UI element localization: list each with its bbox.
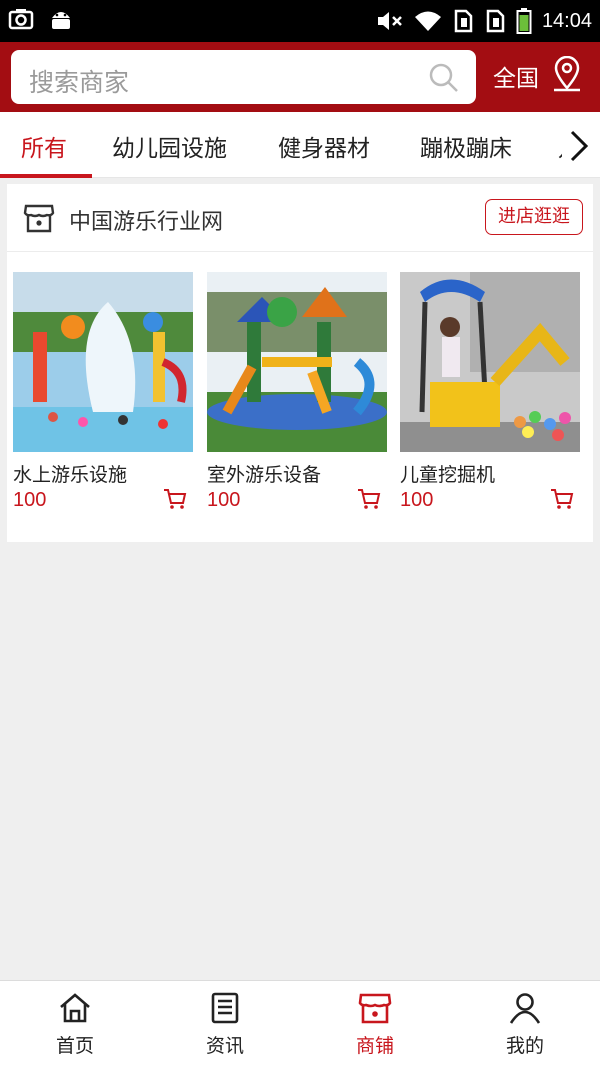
nav-shop[interactable]: 商铺: [300, 981, 450, 1067]
search-placeholder: 搜索商家: [29, 68, 130, 97]
mute-icon: [377, 12, 402, 30]
status-bar: 14:04: [0, 0, 600, 42]
product-card[interactable]: 水上游乐设施 100: [13, 272, 193, 512]
category-tabs: 所有 幼儿园设施 健身器材 蹦极蹦床 儿: [0, 112, 600, 178]
store-name[interactable]: 中国游乐行业网: [69, 204, 223, 236]
cart-icon[interactable]: [550, 488, 574, 510]
store-icon: [23, 204, 55, 233]
visit-store-button[interactable]: 进店逛逛: [485, 199, 583, 235]
tab-kindergarten-facilities[interactable]: 幼儿园设施: [112, 129, 227, 163]
active-tab-indicator: [0, 174, 92, 178]
nav-home[interactable]: 首页: [0, 981, 150, 1067]
sim1-icon: [454, 9, 473, 33]
news-icon[interactable]: [208, 991, 242, 1025]
tabs-scroll-button[interactable]: [562, 126, 600, 166]
shop-icon[interactable]: [358, 991, 392, 1025]
product-card[interactable]: 室外游乐设备 100: [207, 272, 387, 512]
bottom-nav: 首页 资讯 商铺 我的: [0, 980, 600, 1067]
nav-profile[interactable]: 我的: [450, 981, 600, 1067]
tab-all[interactable]: 所有: [21, 129, 67, 163]
product-title[interactable]: 室外游乐设备: [207, 460, 387, 487]
store-header: 中国游乐行业网 进店逛逛: [7, 184, 593, 252]
product-title[interactable]: 水上游乐设施: [13, 460, 193, 487]
search-input[interactable]: 搜索商家: [11, 50, 476, 104]
header-bar: 搜索商家 全国: [0, 42, 600, 112]
location-icon[interactable]: [551, 56, 583, 92]
sim2-icon: [486, 9, 505, 33]
product-image[interactable]: [400, 272, 580, 452]
product-title[interactable]: 儿童挖掘机: [400, 460, 580, 487]
android-icon: [52, 12, 70, 29]
store-card: 中国游乐行业网 进店逛逛 水上游乐设施 100 室外游乐设备 100 儿童挖掘机…: [7, 184, 593, 542]
product-image[interactable]: [207, 272, 387, 452]
nav-news-label[interactable]: 资讯: [150, 1031, 300, 1058]
battery-icon: [516, 8, 532, 34]
nav-news[interactable]: 资讯: [150, 981, 300, 1067]
clock: 14:04: [541, 9, 592, 32]
cart-icon[interactable]: [163, 488, 187, 510]
tab-bungee-trampoline[interactable]: 蹦极蹦床: [420, 129, 512, 163]
profile-icon[interactable]: [508, 991, 542, 1025]
tab-fitness-equipment[interactable]: 健身器材: [278, 129, 370, 163]
wifi-icon: [414, 11, 441, 31]
cart-icon[interactable]: [357, 488, 381, 510]
nav-profile-label[interactable]: 我的: [450, 1031, 600, 1058]
product-image[interactable]: [13, 272, 193, 452]
screenshot-icon: [8, 9, 34, 30]
chevron-right-icon[interactable]: [562, 126, 596, 166]
product-card[interactable]: 儿童挖掘机 100: [400, 272, 580, 512]
region-selector[interactable]: 全国: [493, 59, 539, 93]
nav-shop-label[interactable]: 商铺: [300, 1031, 450, 1058]
search-icon[interactable]: [428, 62, 460, 94]
home-icon[interactable]: [58, 991, 92, 1025]
nav-home-label[interactable]: 首页: [0, 1031, 150, 1058]
